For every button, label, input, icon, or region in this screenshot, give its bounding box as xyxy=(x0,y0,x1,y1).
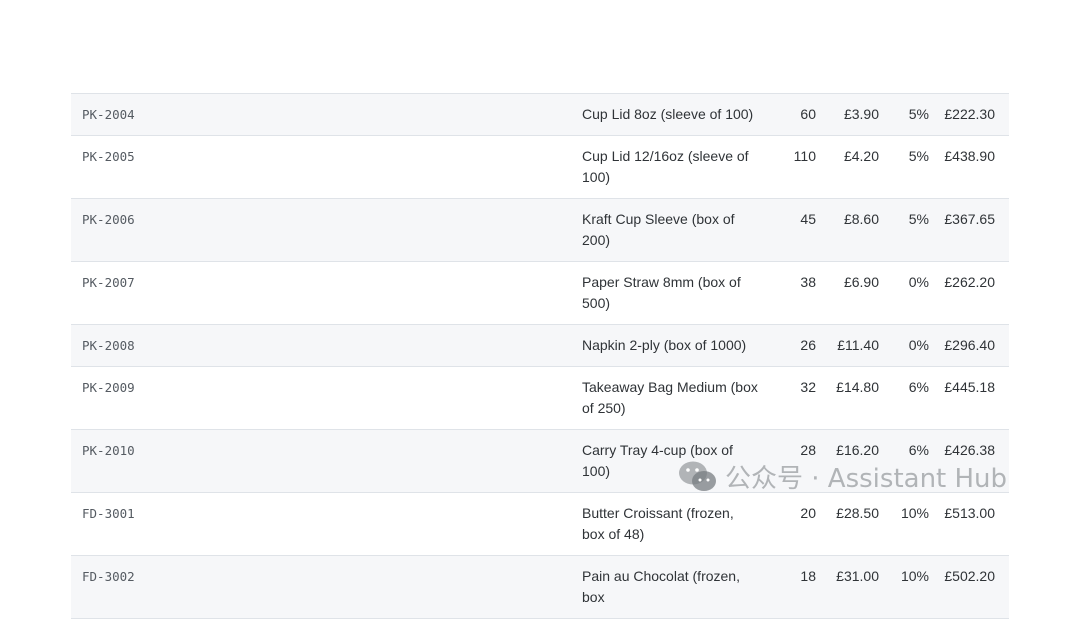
quantity-cell: 28 xyxy=(800,442,816,458)
description-cell: Carry Tray 4-cup (box of 100) xyxy=(582,442,733,479)
table-row: PK-2006 Kraft Cup Sleeve (box of 200) 45… xyxy=(71,199,1009,262)
line-total-cell: £438.90 xyxy=(944,148,995,164)
description-cell: Paper Straw 8mm (box of 500) xyxy=(582,274,741,311)
table-row: PK-2009 Takeaway Bag Medium (box of 250)… xyxy=(71,367,1009,430)
sku-cell: PK-2004 xyxy=(82,107,135,122)
unit-price-cell: £4.20 xyxy=(843,148,879,164)
table-row: PK-2010 Carry Tray 4-cup (box of 100) 28… xyxy=(71,430,1009,493)
discount-cell: 10% xyxy=(900,568,929,584)
discount-cell: 6% xyxy=(908,379,929,395)
unit-price-cell: £31.00 xyxy=(836,568,879,584)
table-row: FD-3002 Pain au Chocolat (frozen, box 18… xyxy=(71,556,1009,619)
description-cell: Takeaway Bag Medium (box of 250) xyxy=(582,379,758,416)
line-total-cell: £296.40 xyxy=(944,337,995,353)
quantity-cell: 32 xyxy=(800,379,816,395)
description-cell: Butter Croissant (frozen, box of 48) xyxy=(582,505,734,542)
discount-cell: 0% xyxy=(908,337,929,353)
discount-cell: 6% xyxy=(908,442,929,458)
sku-cell: PK-2010 xyxy=(82,443,135,458)
table-row: PK-2004 Cup Lid 8oz (sleeve of 100) 60 £… xyxy=(71,94,1009,136)
discount-cell: 5% xyxy=(908,211,929,227)
sku-cell: FD-3002 xyxy=(82,569,135,584)
table-row: PK-2008 Napkin 2-ply (box of 1000) 26 £1… xyxy=(71,325,1009,367)
line-total-cell: £502.20 xyxy=(944,568,995,584)
quantity-cell: 45 xyxy=(800,211,816,227)
line-total-cell: £262.20 xyxy=(944,274,995,290)
quantity-cell: 26 xyxy=(800,337,816,353)
discount-cell: 5% xyxy=(908,148,929,164)
line-total-cell: £222.30 xyxy=(944,106,995,122)
unit-price-cell: £16.20 xyxy=(836,442,879,458)
table-row: PK-2005 Cup Lid 12/16oz (sleeve of 100) … xyxy=(71,136,1009,199)
discount-cell: 10% xyxy=(900,505,929,521)
discount-cell: 5% xyxy=(908,106,929,122)
table-row: FD-3001 Butter Croissant (frozen, box of… xyxy=(71,493,1009,556)
sku-cell: PK-2007 xyxy=(82,275,135,290)
unit-price-cell: £11.40 xyxy=(837,337,879,353)
unit-price-cell: £8.60 xyxy=(843,211,879,227)
unit-price-cell: £6.90 xyxy=(843,274,879,290)
description-cell: Kraft Cup Sleeve (box of 200) xyxy=(582,211,735,248)
sku-cell: PK-2005 xyxy=(82,149,135,164)
line-total-cell: £513.00 xyxy=(944,505,995,521)
line-items-table: PK-2004 Cup Lid 8oz (sleeve of 100) 60 £… xyxy=(71,93,1009,619)
quantity-cell: 38 xyxy=(800,274,816,290)
table-row: PK-2007 Paper Straw 8mm (box of 500) 38 … xyxy=(71,262,1009,325)
line-total-cell: £367.65 xyxy=(944,211,995,227)
sku-cell: FD-3001 xyxy=(82,506,135,521)
line-total-cell: £426.38 xyxy=(944,442,995,458)
unit-price-cell: £28.50 xyxy=(836,505,879,521)
description-cell: Napkin 2-ply (box of 1000) xyxy=(582,337,747,353)
quantity-cell: 20 xyxy=(800,505,816,521)
quantity-cell: 18 xyxy=(800,568,816,584)
sku-cell: PK-2009 xyxy=(82,380,135,395)
discount-cell: 0% xyxy=(908,274,929,290)
unit-price-cell: £3.90 xyxy=(843,106,879,122)
unit-price-cell: £14.80 xyxy=(836,379,879,395)
description-cell: Pain au Chocolat (frozen, box xyxy=(582,568,740,605)
description-cell: Cup Lid 12/16oz (sleeve of 100) xyxy=(582,148,749,185)
description-cell: Cup Lid 8oz (sleeve of 100) xyxy=(582,106,754,122)
sku-cell: PK-2006 xyxy=(82,212,135,227)
line-total-cell: £445.18 xyxy=(944,379,995,395)
quantity-cell: 60 xyxy=(800,106,816,122)
quantity-cell: 110 xyxy=(793,148,816,164)
sku-cell: PK-2008 xyxy=(82,338,135,353)
